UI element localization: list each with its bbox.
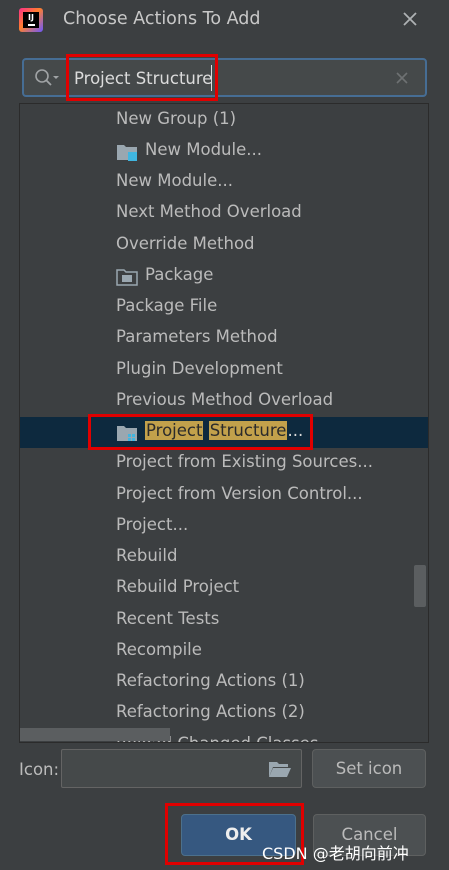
set-icon-button[interactable]: Set icon bbox=[312, 749, 426, 788]
list-item-label: Plugin Development bbox=[116, 359, 283, 378]
list-item-label: New Module... bbox=[116, 171, 233, 190]
list-item[interactable]: New Module... bbox=[20, 136, 428, 167]
intellij-idea-icon: IJ bbox=[19, 8, 43, 32]
clear-icon[interactable] bbox=[394, 70, 410, 86]
list-item-label: Recent Tests bbox=[116, 609, 220, 628]
list-item-label: Previous Method Overload bbox=[116, 390, 334, 409]
list-item[interactable]: Previous Method Overload bbox=[20, 386, 428, 417]
list-item[interactable]: New Group (1) bbox=[20, 105, 428, 136]
list-item-label: Refactoring Actions (1) bbox=[116, 671, 305, 690]
list-item[interactable]: Refactoring Actions (2) bbox=[20, 698, 428, 729]
list-item-label: Project from Version Control... bbox=[116, 484, 363, 503]
list-item[interactable]: Project... bbox=[20, 511, 428, 542]
folder-open-icon[interactable] bbox=[268, 759, 292, 779]
list-item-label: Rebuild bbox=[116, 546, 178, 565]
list-item-label: Project... bbox=[116, 515, 189, 534]
list-item[interactable]: Recent Tests bbox=[20, 605, 428, 636]
dialog-title: Choose Actions To Add bbox=[63, 9, 261, 29]
list-item[interactable]: Recompile bbox=[20, 636, 428, 667]
icon-label: Icon: bbox=[19, 760, 60, 779]
list-item[interactable]: Package File bbox=[20, 292, 428, 323]
list-item[interactable]: Refactoring Actions (1) bbox=[20, 667, 428, 698]
icon-path-field[interactable] bbox=[61, 749, 302, 788]
vertical-scrollbar-thumb[interactable] bbox=[414, 565, 426, 607]
title-bar: IJ Choose Actions To Add bbox=[0, 0, 449, 42]
list-item-label: Project from Existing Sources... bbox=[116, 452, 373, 471]
list-item[interactable]: Rebuild Project bbox=[20, 573, 428, 604]
list-item[interactable]: New Module... bbox=[20, 167, 428, 198]
list-item-label: Package bbox=[145, 265, 214, 284]
list-item[interactable]: Rebuild bbox=[20, 542, 428, 573]
search-icon[interactable] bbox=[34, 68, 60, 88]
module-folder-icon bbox=[117, 145, 137, 161]
list-item-label: Override Method bbox=[116, 234, 255, 253]
annotation-box-selected-item bbox=[88, 414, 313, 450]
list-item[interactable]: Override Method bbox=[20, 230, 428, 261]
list-item-label: New Module... bbox=[145, 140, 262, 159]
watermark-text: CSDN @老胡向前冲 bbox=[262, 844, 409, 863]
list-item[interactable]: Next Method Overload bbox=[20, 198, 428, 229]
list-item[interactable]: Parameters Method bbox=[20, 323, 428, 354]
close-icon[interactable] bbox=[398, 7, 422, 31]
annotation-box-search bbox=[66, 54, 218, 101]
list-item[interactable]: Project from Existing Sources... bbox=[20, 448, 428, 479]
list-item-label: Rebuild Project bbox=[116, 577, 240, 596]
list-item-label: Next Method Overload bbox=[116, 202, 302, 221]
list-item-label: Parameters Method bbox=[116, 327, 278, 346]
list-item-label: Refactoring Actions (2) bbox=[116, 702, 305, 721]
horizontal-scrollbar-thumb[interactable] bbox=[20, 728, 170, 741]
list-item-label: Recompile bbox=[116, 640, 202, 659]
list-item[interactable]: Plugin Development bbox=[20, 355, 428, 386]
list-item[interactable]: Package bbox=[20, 261, 428, 292]
list-item-label: Package File bbox=[116, 296, 218, 315]
list-item-label: New Group (1) bbox=[116, 109, 237, 128]
package-folder-icon bbox=[116, 269, 138, 286]
list-item[interactable]: Project from Version Control... bbox=[20, 480, 428, 511]
